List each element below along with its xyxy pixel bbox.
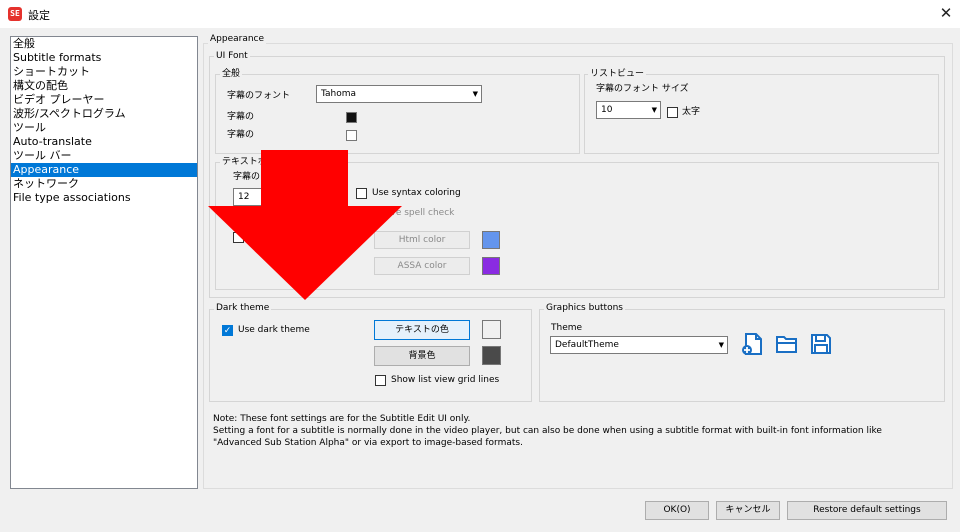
appearance-section-title: Appearance: [208, 34, 267, 45]
subtitle-edit-app-icon: SE: [8, 7, 22, 21]
graphics-buttons-group-title: Graphics buttons: [544, 303, 625, 314]
close-icon[interactable]: ✕: [936, 3, 956, 23]
nav-item[interactable]: ネットワーク: [11, 177, 197, 191]
background-color-button[interactable]: 背景色: [374, 346, 470, 366]
listview-size-combo[interactable]: 10 ▼: [596, 101, 661, 119]
note-line-2: Setting a font for a subtitle is normall…: [213, 426, 882, 436]
settings-category-list[interactable]: 全般 Subtitle formats ショートカット 構文の配色 ビデオ プレーヤー波…: [10, 36, 198, 489]
nav-item[interactable]: ビデオ プレーヤー: [11, 93, 197, 107]
restore-defaults-button[interactable]: Restore default settings: [787, 501, 947, 520]
nav-item[interactable]: ツール バー: [11, 149, 197, 163]
chevron-down-icon: ▼: [718, 341, 724, 349]
nav-item[interactable]: ショートカット: [11, 65, 197, 79]
window-title: 設定: [28, 9, 50, 22]
nav-item[interactable]: Auto-translate: [11, 135, 197, 149]
use-dark-theme-label: Use dark theme: [238, 325, 310, 335]
listview-size-value: 10: [601, 105, 613, 115]
font-name-combo[interactable]: Tahoma ▼: [316, 85, 482, 103]
html-color-swatch[interactable]: [482, 231, 500, 249]
red-arrow-overlay: [208, 150, 402, 300]
font-color-label: 字幕の: [227, 112, 255, 122]
theme-label: Theme: [551, 323, 583, 333]
bold-label: 太字: [682, 107, 701, 117]
open-folder-icon: [776, 336, 797, 353]
listview-size-label: 字幕のフォント サイズ: [596, 84, 689, 94]
cancel-button[interactable]: キャンセル: [716, 501, 780, 520]
dark-text-color-swatch[interactable]: [482, 320, 501, 339]
theme-combo[interactable]: DefaultTheme ▼: [550, 336, 728, 354]
chevron-down-icon: ▼: [651, 106, 657, 114]
nav-item[interactable]: Subtitle formats: [11, 51, 197, 65]
dark-background-color-swatch[interactable]: [482, 346, 501, 365]
font-color-swatch[interactable]: [346, 112, 357, 123]
nav-item[interactable]: Appearance: [11, 163, 197, 177]
new-file-icon: [742, 333, 762, 355]
ui-font-group-title: UI Font: [214, 51, 250, 62]
nav-item[interactable]: 構文の配色: [11, 79, 197, 93]
note-line-1: Note: These font settings are for the Su…: [213, 414, 471, 424]
listview-font-group-title: リストビュー: [588, 69, 647, 80]
general-font-group-title: 全般: [220, 69, 243, 80]
nav-item[interactable]: File type associations: [11, 191, 197, 205]
use-dark-theme-checkbox[interactable]: ✓: [222, 325, 233, 336]
bold-checkbox[interactable]: [667, 107, 678, 118]
font-name-label: 字幕のフォント: [227, 91, 291, 101]
theme-value: DefaultTheme: [555, 340, 619, 350]
chevron-down-icon: ▼: [472, 90, 478, 98]
nav-item[interactable]: 波形/スペクトログラム: [11, 107, 197, 121]
save-icon: [811, 334, 831, 354]
nav-item[interactable]: 全般: [11, 37, 197, 51]
background-color-swatch[interactable]: [346, 130, 357, 141]
assa-color-swatch[interactable]: [482, 257, 500, 275]
ok-button[interactable]: OK(O): [645, 501, 709, 520]
font-name-value: Tahoma: [321, 89, 357, 99]
title-bar: [0, 0, 960, 28]
text-color-button[interactable]: テキストの色: [374, 320, 470, 340]
grid-lines-checkbox[interactable]: [375, 375, 386, 386]
note-line-3: "Advanced Sub Station Alpha" or via expo…: [213, 438, 523, 448]
grid-lines-label: Show list view grid lines: [391, 375, 500, 385]
nav-item[interactable]: ツール: [11, 121, 197, 135]
dark-theme-group-title: Dark theme: [214, 303, 272, 314]
background-color-label: 字幕の: [227, 130, 255, 140]
